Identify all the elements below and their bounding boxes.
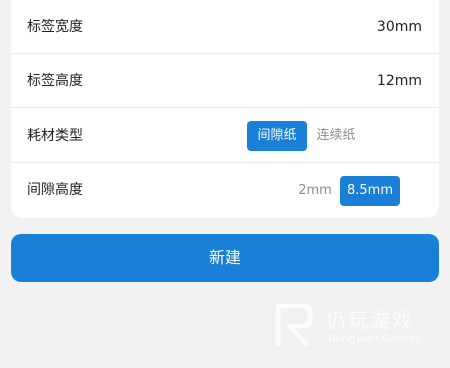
label-height-label: 标签高度 [27,73,83,89]
gap-height-row: 间隙高度 2mm 8.5mm [11,163,439,217]
label-width-value: 30mm [376,19,422,35]
label-width-row[interactable]: 标签宽度 30mm [11,0,439,54]
brand-name: 仍玩游戏 [326,308,414,332]
brand-subtitle: Rengwan Games [328,332,421,345]
label-height-value: 12mm [376,73,422,89]
label-height-row[interactable]: 标签高度 12mm [11,54,439,108]
brand-watermark: 仍玩游戏 Rengwan Games [272,300,442,350]
media-type-option-gap[interactable]: 间隙纸 [247,121,307,151]
gap-height-label: 间隙高度 [27,182,83,198]
label-width-label: 标签宽度 [27,19,83,35]
media-type-row: 耗材类型 间隙纸 连续纸 [11,109,439,163]
media-type-label: 耗材类型 [27,128,83,144]
brand-logo-icon [275,303,313,347]
settings-card: 标签宽度 30mm 标签高度 12mm 耗材类型 间隙纸 连续纸 间隙高度 2m… [11,0,439,218]
gap-height-option-8-5mm[interactable]: 8.5mm [340,176,400,206]
new-button[interactable]: 新建 [11,234,439,282]
media-type-option-continuous[interactable]: 连续纸 [308,121,364,151]
gap-height-option-2mm[interactable]: 2mm [292,176,338,206]
